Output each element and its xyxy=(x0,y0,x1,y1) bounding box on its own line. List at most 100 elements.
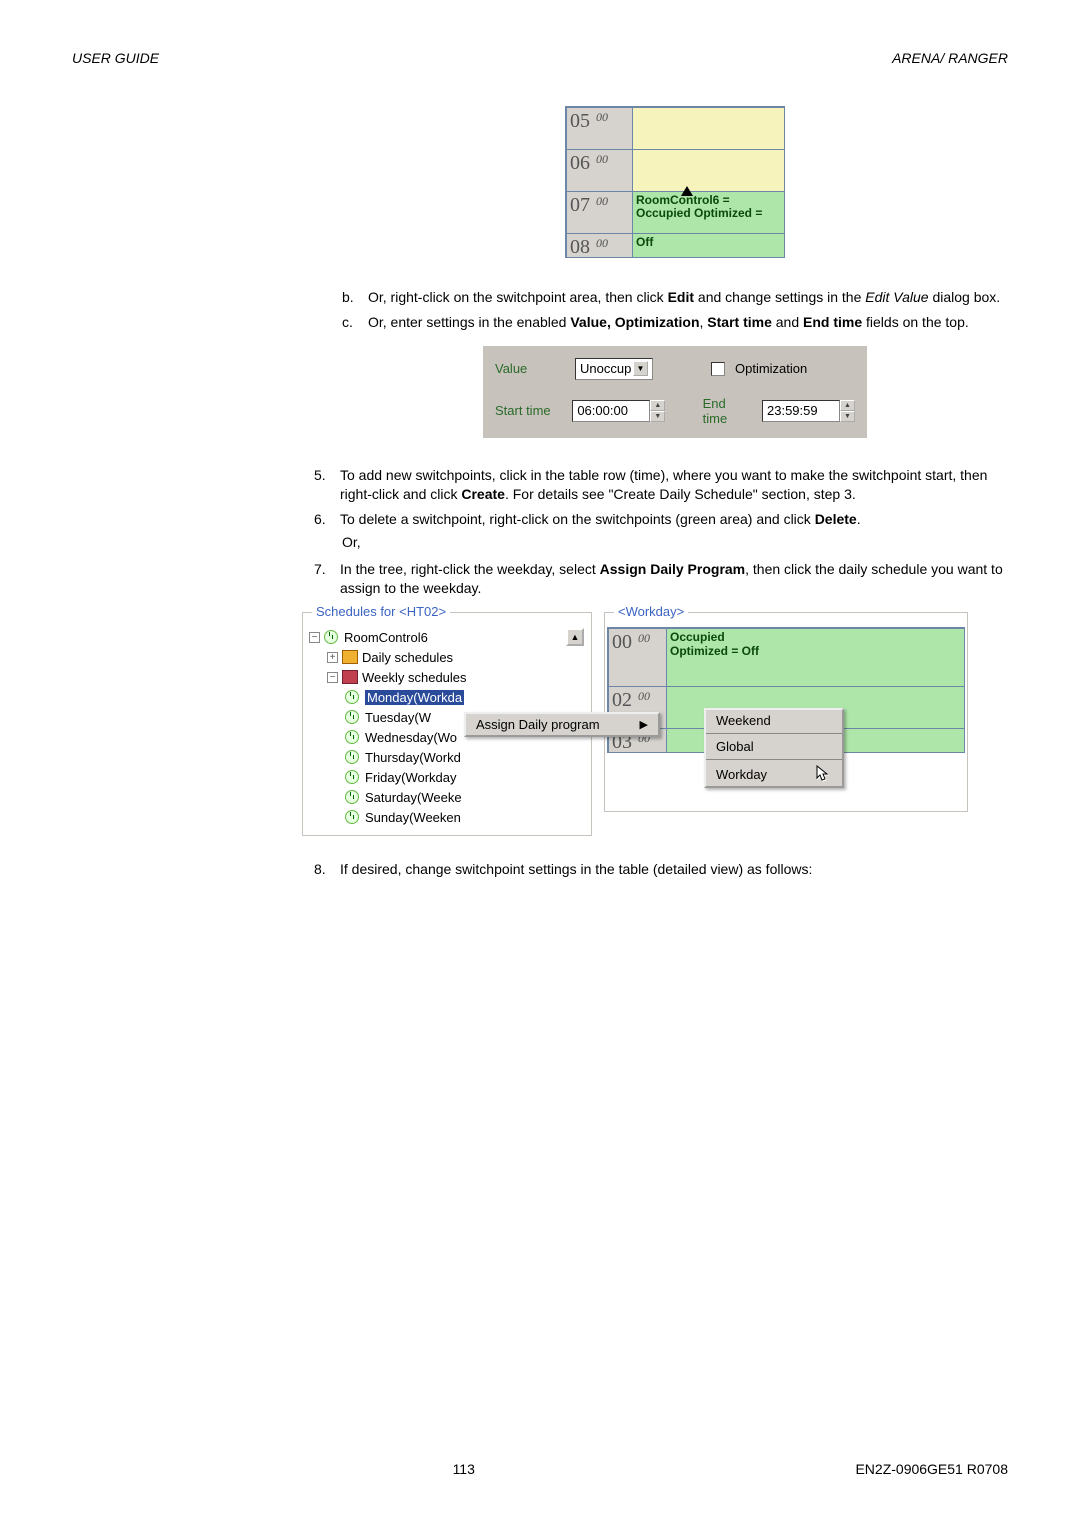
step-5: 5. To add new switchpoints, click in the… xyxy=(314,466,1008,504)
spinner[interactable]: ▲▼ xyxy=(840,400,855,422)
step-8: 8. If desired, change switchpoint settin… xyxy=(314,860,1008,879)
hour-cell: 07 00 xyxy=(567,192,633,233)
list-marker: c. xyxy=(342,313,368,332)
workday-value[interactable]: Occupied Optimized = Off xyxy=(667,629,965,686)
page-number: 113 xyxy=(453,1461,475,1477)
bold-text: Value, Optimization xyxy=(570,314,699,330)
tree-label: Tuesday(W xyxy=(365,710,431,725)
step-text: and xyxy=(772,314,803,330)
value-label: Value xyxy=(495,361,565,376)
hour-grid: 05 00 06 00 07 00 RoomControl xyxy=(565,106,785,258)
tree-label: Wednesday(Wo xyxy=(365,730,457,745)
list-marker: 7. xyxy=(314,560,340,598)
tree-label: Saturday(Weeke xyxy=(365,790,462,805)
tree-daily[interactable]: + Daily schedules xyxy=(327,647,585,667)
tree-day-saturday[interactable]: Saturday(Weeke xyxy=(345,787,585,807)
clock-icon xyxy=(345,810,361,824)
step-text: dialog box. xyxy=(929,289,1001,305)
scroll-up-button[interactable]: ▲ xyxy=(566,628,584,646)
start-time-input[interactable]: 06:00:00 xyxy=(572,400,650,422)
spinner[interactable]: ▲▼ xyxy=(650,400,665,422)
menu-divider xyxy=(706,733,842,734)
collapse-icon[interactable]: − xyxy=(309,632,320,643)
bold-text: Create xyxy=(461,486,505,502)
chevron-down-icon[interactable]: ▼ xyxy=(650,411,665,422)
step-text: Or, right-click on the switchpoint area,… xyxy=(368,289,668,305)
submenu-weekend[interactable]: Weekend xyxy=(706,710,842,731)
hour-row: 08 00 Off xyxy=(567,234,785,258)
tree-weekly[interactable]: − Weekly schedules xyxy=(327,667,585,687)
hour-value xyxy=(633,108,785,149)
step-text: Or, enter settings in the enabled xyxy=(368,314,570,330)
clock-icon xyxy=(324,630,340,644)
folder-icon xyxy=(342,650,358,664)
step-text: If desired, change switchpoint settings … xyxy=(340,860,1008,879)
list-marker: 6. xyxy=(314,510,340,529)
italic-text: Edit Value xyxy=(865,289,928,305)
step-7: 7. In the tree, right-click the weekday,… xyxy=(314,560,1008,598)
hour-value[interactable]: Off xyxy=(633,234,785,257)
value-select[interactable]: Unoccup ▼ xyxy=(575,358,653,380)
workday-row[interactable]: 00 00 Occupied Optimized = Off xyxy=(607,627,965,687)
step-text: and change settings in the xyxy=(694,289,865,305)
clock-icon xyxy=(345,690,361,704)
submenu-label: Global xyxy=(716,739,754,754)
bold-text: Start time xyxy=(707,314,772,330)
minute-label: 00 xyxy=(596,152,608,167)
clock-icon xyxy=(345,730,361,744)
chevron-down-icon[interactable]: ▼ xyxy=(633,361,648,376)
chevron-down-icon[interactable]: ▼ xyxy=(840,411,855,422)
bold-text: Edit xyxy=(668,289,694,305)
bold-text: End time xyxy=(803,314,862,330)
tree-label-selected: Monday(Workda xyxy=(365,690,464,705)
hour-label: 06 xyxy=(570,152,590,175)
workday-panel-title: <Workday> xyxy=(614,604,688,619)
step-b: b. Or, right-click on the switchpoint ar… xyxy=(342,288,1008,307)
tree-label: Weekly schedules xyxy=(362,670,467,685)
hour-label: 00 xyxy=(612,631,632,654)
step-c: c. Or, enter settings in the enabled Val… xyxy=(342,313,1008,332)
bold-text: Assign Daily Program xyxy=(600,561,746,577)
step-text: In the tree, right-click the weekday, se… xyxy=(340,561,600,577)
clock-icon xyxy=(345,790,361,804)
switchpoint-text: RoomControl6 = Occupied Optimized = xyxy=(636,193,762,220)
cursor-icon xyxy=(681,186,693,196)
optimization-label: Optimization xyxy=(735,361,807,376)
tree-day-monday[interactable]: Monday(Workda xyxy=(345,687,585,707)
header-left: USER GUIDE xyxy=(72,50,159,66)
clock-icon xyxy=(345,750,361,764)
tree-day-thursday[interactable]: Thursday(Workd xyxy=(345,747,585,767)
ctx-assign-daily-program[interactable]: Assign Daily program ▶ xyxy=(466,714,658,735)
list-marker: 8. xyxy=(314,860,340,879)
submenu-label: Weekend xyxy=(716,713,771,728)
chevron-up-icon[interactable]: ▲ xyxy=(840,400,855,411)
chevron-up-icon[interactable]: ▲ xyxy=(650,400,665,411)
optimization-checkbox[interactable] xyxy=(711,362,725,376)
minute-label: 00 xyxy=(638,631,650,646)
step-text: . xyxy=(857,511,861,527)
clock-icon xyxy=(345,770,361,784)
tree-day-sunday[interactable]: Sunday(Weeken xyxy=(345,807,585,827)
cursor-icon xyxy=(816,765,832,783)
hour-cell: 06 00 xyxy=(567,150,633,191)
tree-day-friday[interactable]: Friday(Workday xyxy=(345,767,585,787)
context-menu: Assign Daily program ▶ xyxy=(464,712,660,737)
end-time-input[interactable]: 23:59:59 xyxy=(762,400,840,422)
header-right: ARENA/ RANGER xyxy=(892,50,1008,66)
clock-icon xyxy=(345,710,361,724)
submenu-global[interactable]: Global xyxy=(706,736,842,757)
tree-root[interactable]: − RoomControl6 xyxy=(309,627,585,647)
collapse-icon[interactable]: − xyxy=(327,672,338,683)
submenu-label: Workday xyxy=(716,767,767,782)
hour-cell: 08 00 xyxy=(567,234,633,257)
hour-value[interactable]: RoomControl6 = Occupied Optimized = xyxy=(633,192,785,233)
end-time-label: End time xyxy=(703,396,752,426)
expand-icon[interactable]: + xyxy=(327,652,338,663)
hour-cell: 05 00 xyxy=(567,108,633,149)
hour-row: 06 00 xyxy=(567,150,785,192)
ctx-label: Assign Daily program xyxy=(476,717,600,732)
submenu-workday[interactable]: Workday xyxy=(706,762,842,786)
menu-divider xyxy=(706,759,842,760)
minute-label: 00 xyxy=(596,236,608,251)
schedules-panel-title: Schedules for <HT02> xyxy=(312,604,450,619)
